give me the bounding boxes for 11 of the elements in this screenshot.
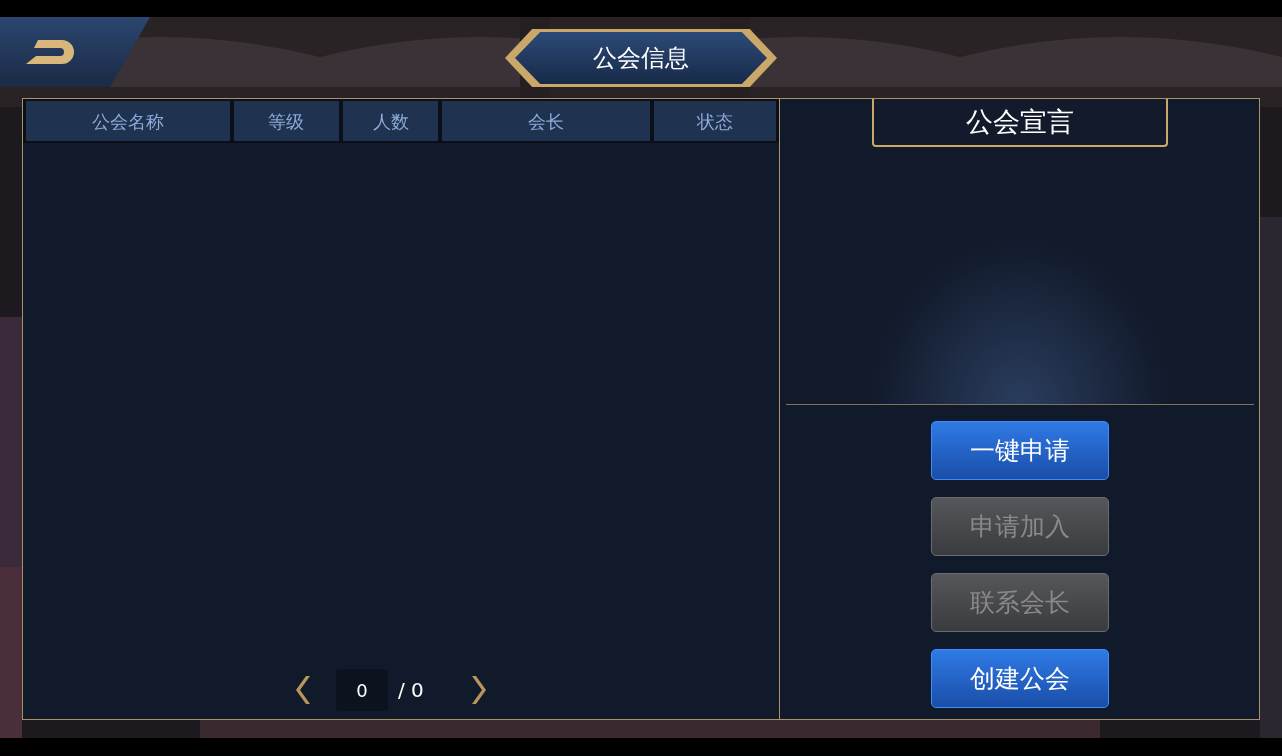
action-button[interactable]: 创建公会: [930, 649, 1109, 708]
action-button[interactable]: 一键申请: [930, 421, 1109, 480]
column-header: 等级: [233, 101, 339, 141]
column-header: 公会名称: [26, 101, 230, 141]
column-header: 会长: [442, 101, 651, 141]
page-title: 公会信息: [593, 43, 689, 74]
declaration-title: 公会宣言: [965, 104, 1074, 139]
column-header: 人数: [342, 101, 439, 141]
page-total: / 0: [398, 677, 425, 704]
column-header: 状态: [654, 101, 776, 141]
page-input[interactable]: 0: [336, 669, 388, 711]
